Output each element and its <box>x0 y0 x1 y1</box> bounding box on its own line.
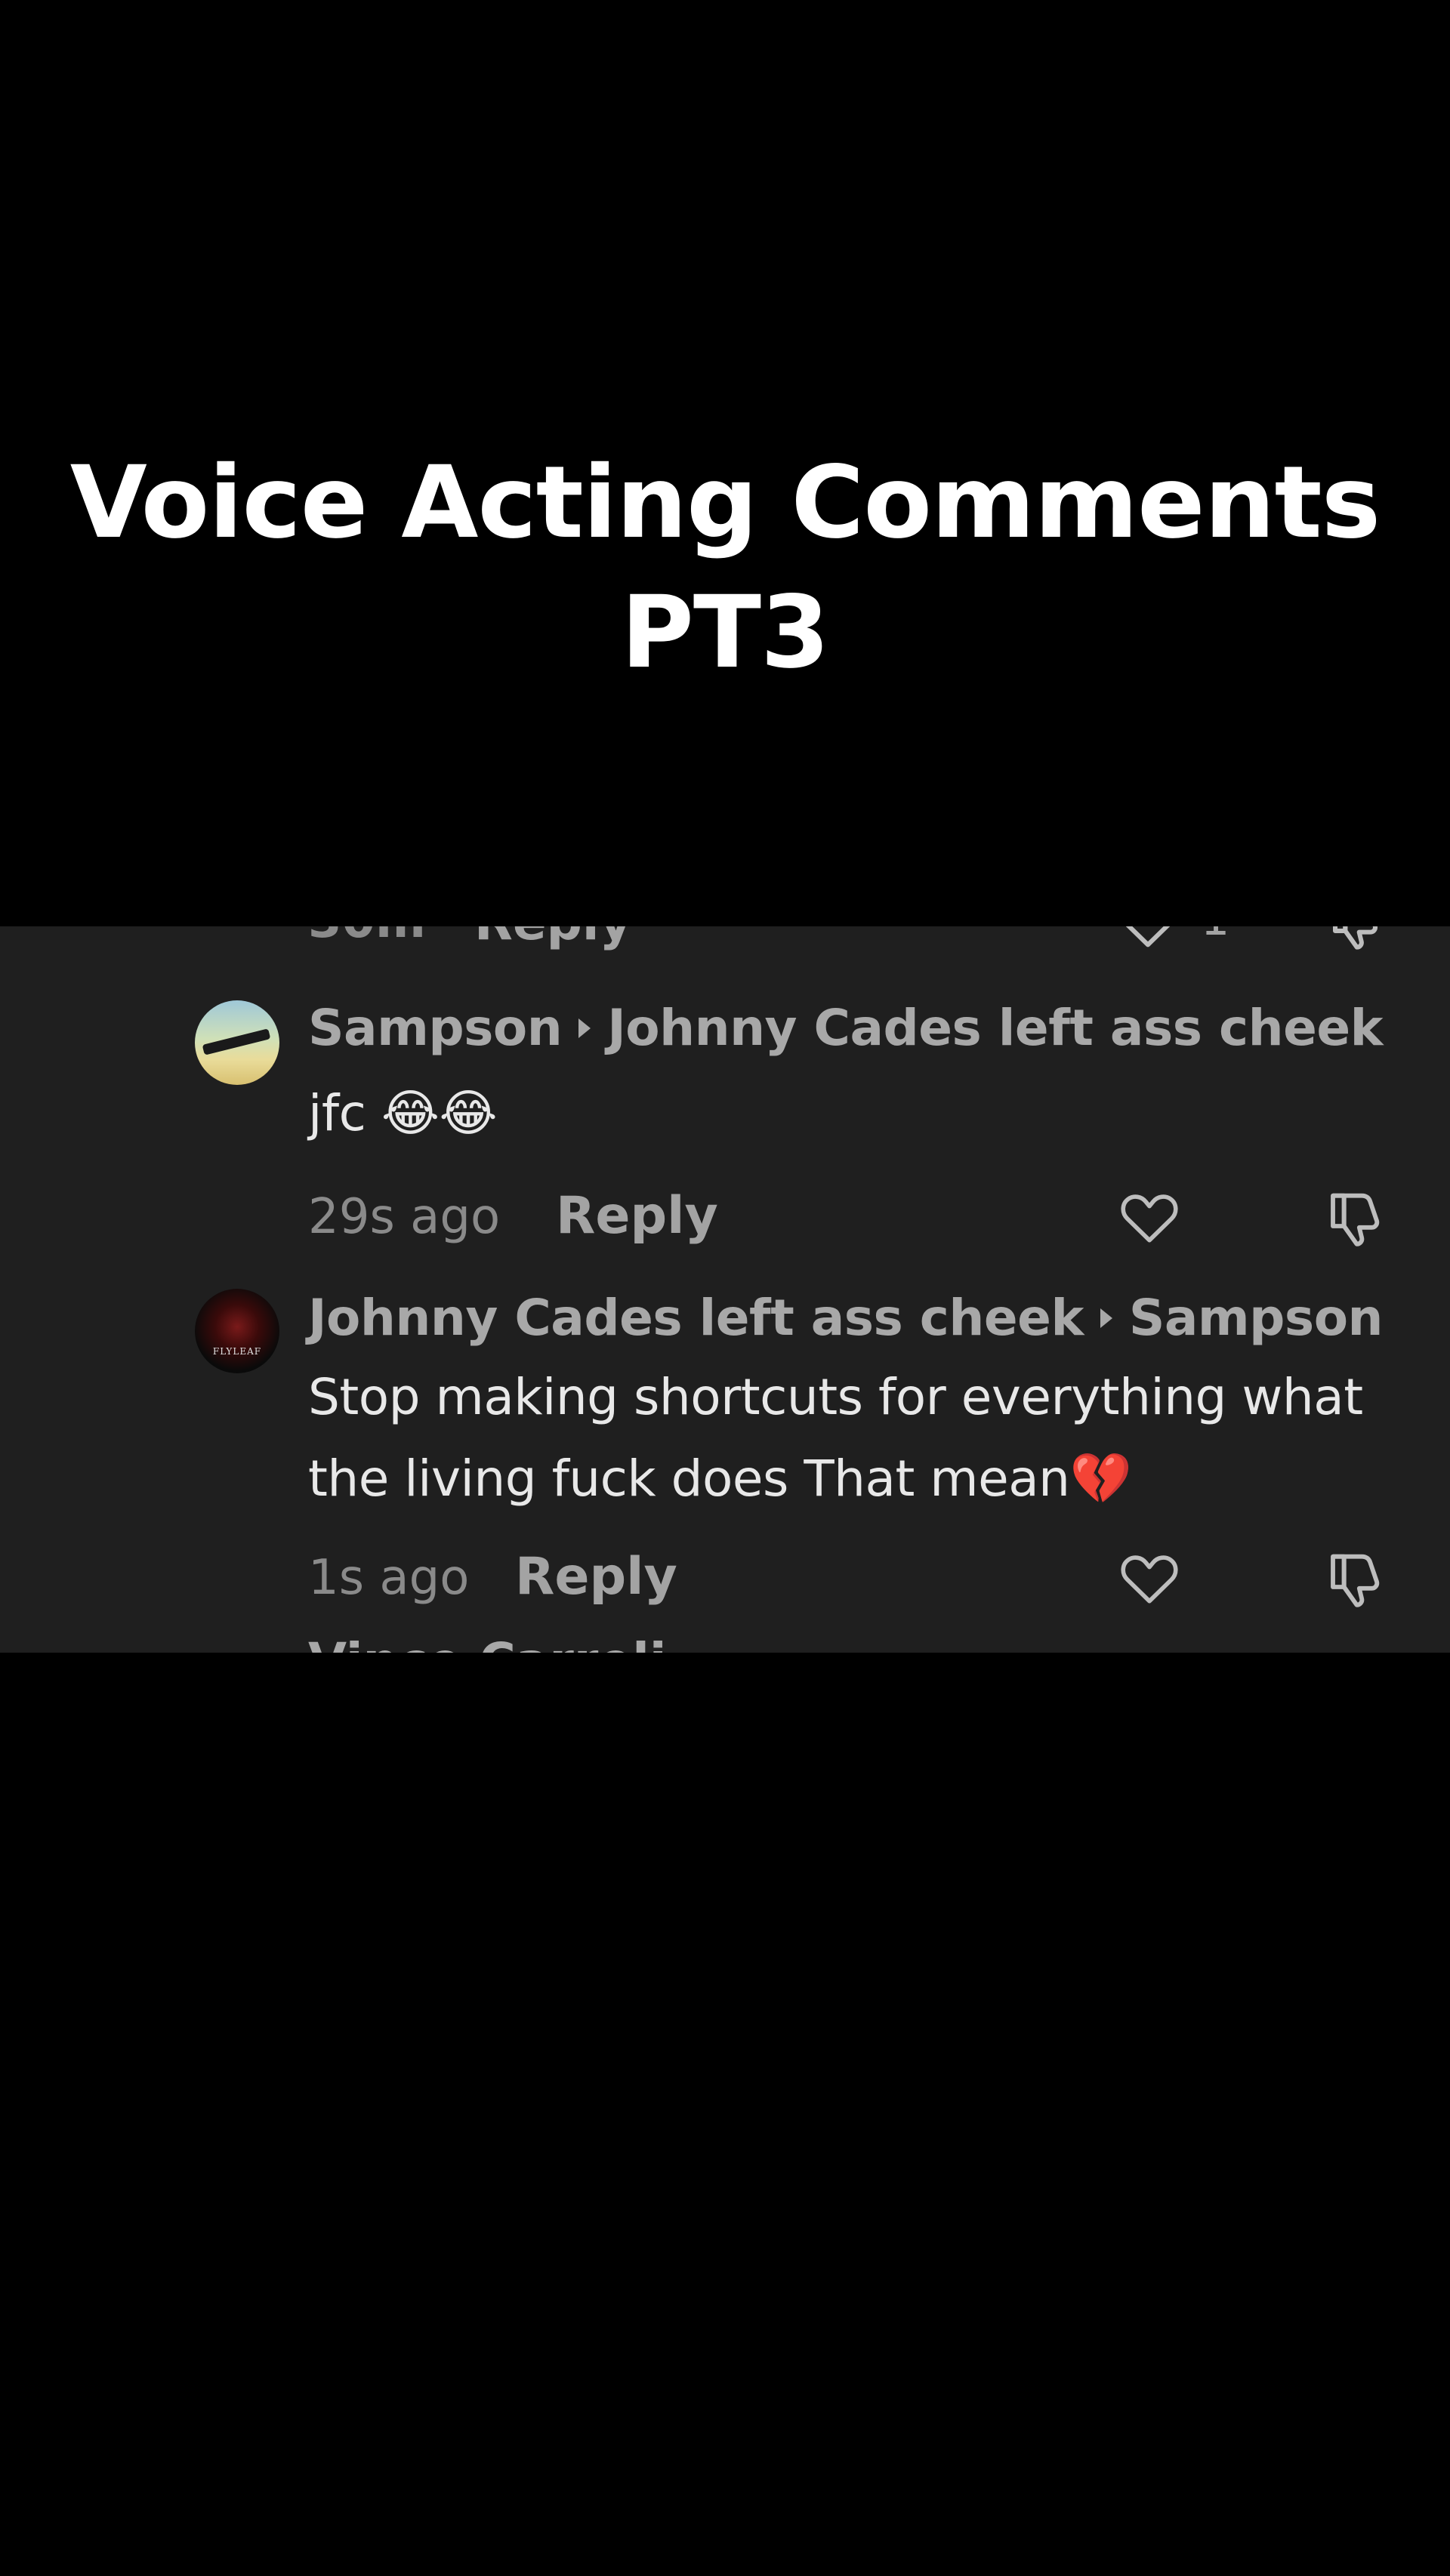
comment-author[interactable]: Johnny Cades left ass cheek <box>308 1289 1084 1347</box>
previous-comment-meta: 30m Reply 1 <box>0 926 1450 954</box>
heart-icon[interactable] <box>1118 1547 1181 1610</box>
comment-header: Johnny Cades left ass cheek Sampson <box>308 1289 1384 1347</box>
reply-arrow-icon <box>578 1018 591 1038</box>
reply-arrow-icon <box>1100 1308 1112 1328</box>
comment-header: Sampson Johnny Cades left ass cheek <box>308 999 1384 1057</box>
thumbs-down-icon[interactable] <box>1328 926 1388 954</box>
video-frame: Voice Acting Comments PT3 30m Reply 1 Sa… <box>0 0 1450 2576</box>
reply-button[interactable]: Reply <box>474 926 631 951</box>
avatar-graphic <box>202 1028 271 1055</box>
reply-target[interactable]: Johnny Cades left ass cheek <box>607 999 1383 1057</box>
reply-target[interactable]: Sampson <box>1129 1289 1384 1347</box>
heart-icon[interactable] <box>1118 926 1178 954</box>
avatar[interactable] <box>195 1000 279 1085</box>
reply-button[interactable]: Reply <box>515 1547 677 1607</box>
comment-text-line: Stop making shortcuts for everything wha… <box>308 1368 1363 1426</box>
thumbs-down-icon[interactable] <box>1325 1545 1391 1612</box>
next-comment-author[interactable]: Vince Carreli <box>308 1632 666 1653</box>
reply-button[interactable]: Reply <box>556 1186 718 1246</box>
comment-timestamp: 1s ago <box>308 1550 470 1606</box>
comment-timestamp: 29s ago <box>308 1189 501 1245</box>
comment-timestamp: 30m <box>308 926 426 949</box>
avatar-logo-text: FLYLEAF <box>212 1346 262 1357</box>
video-title-overlay: Voice Acting Comments PT3 <box>0 438 1450 698</box>
comment-text: Stop making shortcuts for everything wha… <box>308 1357 1396 1520</box>
comment-text: jfc 😂😂 <box>308 1084 498 1142</box>
comment-text-line: the living fuck does That mean💔 <box>308 1450 1132 1508</box>
heart-icon[interactable] <box>1118 1186 1181 1249</box>
thumbs-down-icon[interactable] <box>1325 1185 1391 1251</box>
comments-panel: 30m Reply 1 SampsonJohnny Cades left ass… <box>0 926 1450 1653</box>
title-line-2: PT3 <box>621 575 830 691</box>
avatar[interactable]: FLYLEAF <box>195 1289 279 1373</box>
title-line-1: Voice Acting Comments <box>69 445 1381 561</box>
like-count: 1 <box>1201 926 1229 946</box>
comment-author[interactable]: Sampson <box>308 999 563 1057</box>
